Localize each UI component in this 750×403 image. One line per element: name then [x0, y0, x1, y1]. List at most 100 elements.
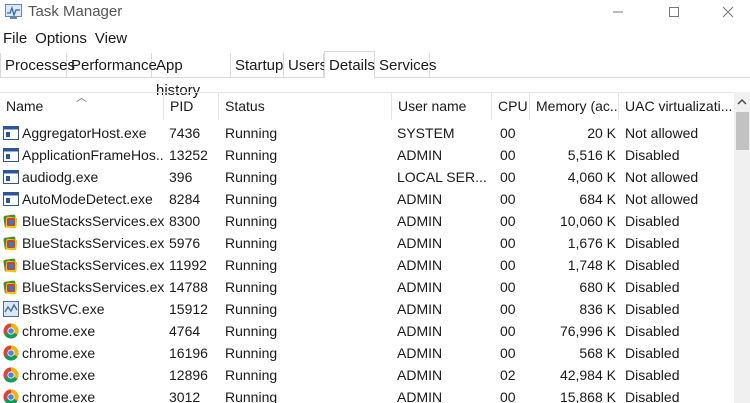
tab-app-history[interactable]: App history	[152, 53, 231, 99]
menu-view[interactable]: View	[91, 29, 131, 49]
maximize-button[interactable]	[648, 0, 700, 24]
process-memory: 20 K	[587, 125, 616, 141]
tab-bar: Processes Performance App history Startu…	[0, 51, 750, 99]
title-bar[interactable]: Task Manager	[0, 0, 750, 26]
process-user-name: ADMIN	[397, 279, 443, 295]
table-row[interactable]: chrome.exe 3012 Running ADMIN 00 15,868 K Disa…	[0, 386, 734, 403]
process-pid: 7436	[169, 125, 201, 141]
table-row[interactable]: BlueStacksServices.exe 11992 Running ADMIN 0…	[0, 254, 734, 276]
process-cpu: 00	[500, 235, 516, 251]
close-icon	[722, 6, 734, 18]
tab-services[interactable]: Services	[375, 53, 437, 78]
app-window-icon	[3, 192, 19, 206]
column-header-pid[interactable]: PID	[164, 93, 219, 120]
process-cpu: 00	[500, 257, 516, 273]
table-row[interactable]: AutoModeDetect.exe 8284 Running ADMIN 00 684 …	[0, 188, 734, 210]
scroll-up-button[interactable]	[734, 92, 750, 112]
close-button[interactable]	[702, 0, 750, 24]
process-uac-virtualization: Disabled	[625, 345, 680, 361]
process-uac-virtualization: Disabled	[625, 257, 680, 273]
chrome-icon	[3, 345, 19, 361]
process-pid: 15912	[169, 301, 208, 317]
details-table: ︿ Name PID Status User name CPU Memory (…	[0, 92, 734, 403]
minimize-button[interactable]	[592, 0, 644, 24]
table-row[interactable]: chrome.exe 16196 Running ADMIN 00 568 K Disabl…	[0, 342, 734, 364]
process-status: Running	[225, 125, 278, 141]
app-window-icon	[3, 148, 19, 162]
process-uac-virtualization: Disabled	[625, 367, 680, 383]
process-user-name: ADMIN	[397, 389, 443, 403]
vertical-scrollbar[interactable]	[734, 92, 750, 403]
process-user-name: ADMIN	[397, 323, 443, 339]
process-status: Running	[225, 301, 278, 317]
process-user-name: ADMIN	[397, 301, 443, 317]
process-name: chrome.exe	[22, 367, 96, 383]
process-pid: 8284	[169, 191, 201, 207]
process-status: Running	[225, 213, 278, 229]
process-user-name: ADMIN	[397, 345, 443, 361]
menu-options[interactable]: Options	[31, 29, 91, 49]
column-header-cpu[interactable]: CPU	[492, 93, 530, 120]
table-row[interactable]: audiodg.exe 396 Running LOCAL SER... 00 4,060…	[0, 166, 734, 188]
process-uac-virtualization: Disabled	[625, 213, 680, 229]
table-row[interactable]: chrome.exe 12896 Running ADMIN 02 42,984 K Dis…	[0, 364, 734, 386]
process-name: chrome.exe	[22, 345, 96, 361]
table-row[interactable]: BlueStacksServices.exe 8300 Running ADMIN 00…	[0, 210, 734, 232]
process-status: Running	[225, 279, 278, 295]
column-header-user-name[interactable]: User name	[392, 93, 492, 120]
process-cpu: 00	[500, 125, 516, 141]
tab-processes[interactable]: Processes	[0, 53, 75, 78]
process-user-name: ADMIN	[397, 191, 443, 207]
column-header-uac-virtualization[interactable]: UAC virtualizati...	[619, 93, 734, 120]
process-status: Running	[225, 257, 278, 273]
process-uac-virtualization: Not allowed	[625, 169, 699, 185]
process-memory: 684 K	[579, 191, 616, 207]
tab-users[interactable]: Users	[284, 53, 327, 78]
menu-file[interactable]: File	[0, 29, 31, 49]
sort-ascending-icon: ︿	[76, 93, 87, 104]
process-memory: 568 K	[579, 345, 616, 361]
process-cpu: 00	[500, 191, 516, 207]
process-pid: 11992	[169, 257, 207, 273]
tab-performance[interactable]: Performance	[67, 53, 157, 78]
table-header: ︿ Name PID Status User name CPU Memory (…	[0, 93, 734, 120]
process-user-name: ADMIN	[397, 235, 443, 251]
process-cpu: 00	[500, 169, 516, 185]
table-row[interactable]: BlueStacksServices.exe 14788 Running ADMIN 0…	[0, 276, 734, 298]
bluestacks-icon	[3, 236, 18, 251]
process-user-name: ADMIN	[397, 147, 443, 163]
window-title: Task Manager	[28, 3, 123, 20]
table-row[interactable]: AggregatorHost.exe 7436 Running SYSTEM 00 20 …	[0, 122, 734, 144]
bluestacks-icon	[3, 214, 18, 229]
process-name: BlueStacksServices.exe	[22, 257, 164, 273]
process-uac-virtualization: Disabled	[625, 389, 680, 403]
chrome-icon	[3, 389, 19, 403]
column-header-status[interactable]: Status	[219, 93, 392, 120]
column-header-memory[interactable]: Memory (ac...	[530, 93, 619, 120]
process-name: AutoModeDetect.exe	[22, 191, 153, 207]
process-cpu: 00	[500, 345, 516, 361]
tab-details[interactable]: Details	[324, 51, 375, 79]
process-uac-virtualization: Disabled	[625, 301, 680, 317]
minimize-icon	[613, 11, 623, 13]
column-header-name[interactable]: ︿ Name	[0, 93, 164, 120]
process-cpu: 00	[500, 147, 516, 163]
process-pid: 8300	[169, 213, 201, 229]
process-name: chrome.exe	[22, 323, 96, 339]
menu-bar: File Options View	[0, 29, 131, 49]
table-row[interactable]: ApplicationFrameHos... 13252 Running ADMIN 0…	[0, 144, 734, 166]
process-name: audiodg.exe	[22, 169, 99, 185]
scroll-thumb[interactable]	[736, 112, 749, 150]
process-uac-virtualization: Disabled	[625, 147, 680, 163]
tab-startup[interactable]: Startup	[231, 53, 284, 78]
process-uac-virtualization: Disabled	[625, 323, 680, 339]
process-uac-virtualization: Not allowed	[625, 191, 699, 207]
table-row[interactable]: chrome.exe 4764 Running ADMIN 00 76,996 K Disa…	[0, 320, 734, 342]
chevron-up-icon	[737, 99, 747, 105]
process-uac-virtualization: Disabled	[625, 279, 680, 295]
table-row[interactable]: BstkSVC.exe 15912 Running ADMIN 00 836 K Disab…	[0, 298, 734, 320]
process-pid: 13252	[169, 147, 208, 163]
table-row[interactable]: BlueStacksServices.exe 5976 Running ADMIN 00…	[0, 232, 734, 254]
process-pid: 16196	[169, 345, 208, 361]
process-name: chrome.exe	[22, 389, 96, 403]
